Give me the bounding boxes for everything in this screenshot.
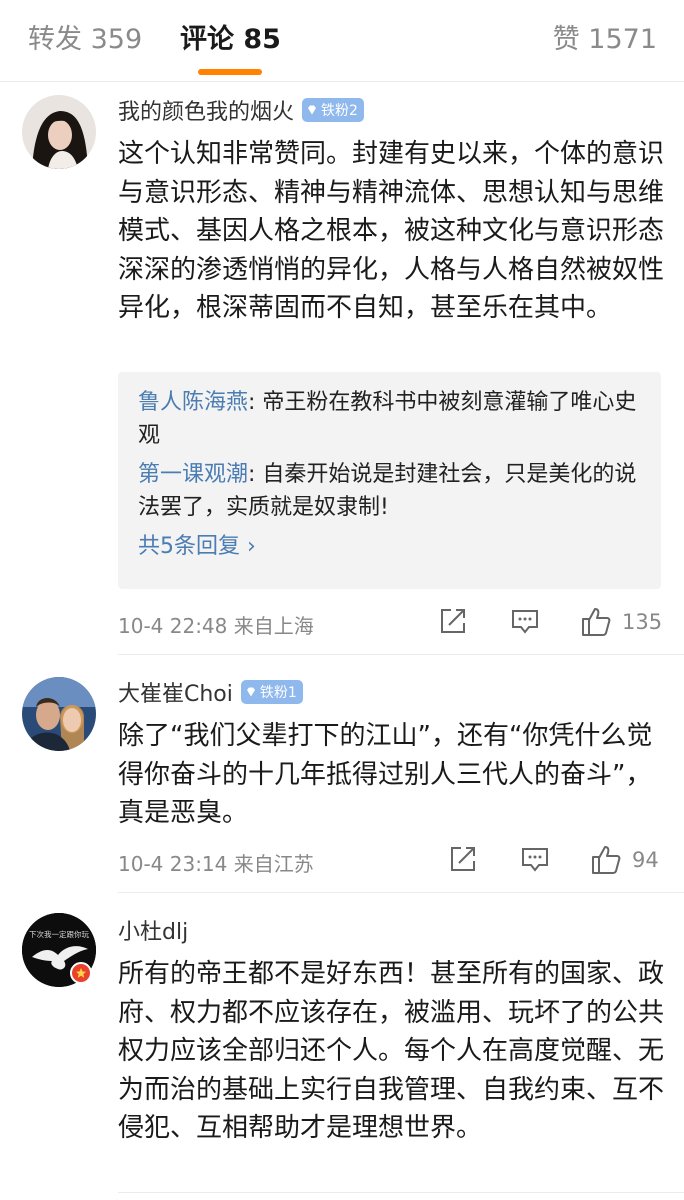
comment-divider — [118, 1192, 684, 1193]
like-button[interactable]: 135 — [580, 606, 662, 638]
reply-author[interactable]: 第一课观潮 — [138, 462, 248, 487]
active-tab-indicator — [198, 69, 262, 75]
like-button[interactable]: 94 — [590, 844, 659, 876]
avatar[interactable] — [22, 95, 96, 169]
comment-icon — [522, 848, 548, 872]
like-count: 135 — [622, 610, 663, 634]
comment-meta: 10-4 22:48 来自上海 — [118, 614, 314, 638]
comment-text: 除了“我们父辈打下的江山”，还有“你凭什么觉得你奋斗的十几年抵得过别人三代人的奋… — [118, 721, 653, 828]
fan-badge: 铁粉1 — [240, 680, 303, 704]
avatar[interactable] — [22, 677, 96, 751]
tab-repost[interactable]: 转发 359 — [28, 22, 142, 58]
username[interactable]: 我的颜色我的烟火 — [118, 94, 294, 126]
repost-icon — [441, 609, 465, 633]
like-icon — [582, 608, 611, 636]
comment-footer: 10-4 22:48 来自上海 135 — [118, 604, 666, 640]
username-row: 小杜dlj — [118, 914, 188, 946]
comment-divider — [118, 892, 684, 893]
username-row: 我的颜色我的烟火 铁粉2 — [118, 94, 364, 126]
repost-button[interactable] — [438, 606, 468, 636]
reply-item: 第一课观潮: 自秦开始说是封建社会，只是美化的说法罢了，实质就是奴隶制! — [138, 458, 641, 524]
view-all-replies-link[interactable]: 共5条回复 › — [138, 530, 641, 563]
username[interactable]: 大崔崔Choi — [118, 676, 233, 708]
fan-badge-label: 铁粉1 — [259, 685, 297, 701]
comment-text: 这个认知非常赞同。封建有史以来，个体的意识与意识形态、精神与精神流体、思想认知与… — [118, 139, 665, 323]
repost-button[interactable] — [448, 844, 478, 874]
username[interactable]: 小杜dlj — [118, 914, 188, 946]
comment-icon — [512, 610, 538, 634]
comment-divider — [118, 654, 684, 655]
comment-text: 所有的帝王都不是好东西！甚至所有的国家、政府、权力都不应该存在，被滥用、玩坏了的… — [118, 959, 665, 1143]
diamond-icon — [308, 105, 317, 115]
like-count: 94 — [632, 848, 659, 872]
avatar-caption: 下次我一定跟你玩 — [29, 929, 89, 939]
comment-tabs: 转发 359 评论 85 赞 1571 — [0, 0, 684, 82]
like-icon — [592, 846, 621, 874]
comment-footer: 10-4 23:14 来自江苏 94 — [118, 842, 666, 878]
diamond-icon — [246, 687, 255, 697]
reply-button[interactable] — [510, 606, 540, 636]
reply-item: 鲁人陈海燕: 帝王粉在教科书中被刻意灌输了唯心史观 — [138, 386, 641, 452]
fan-badge-label: 铁粉2 — [321, 103, 358, 119]
fan-badge: 铁粉2 — [302, 98, 364, 122]
username-row: 大崔崔Choi 铁粉1 — [118, 676, 303, 708]
comment-meta: 10-4 23:14 来自江苏 — [118, 852, 314, 876]
tab-likes[interactable]: 赞 1571 — [553, 22, 657, 58]
repost-icon — [451, 847, 475, 871]
reply-author[interactable]: 鲁人陈海燕 — [138, 390, 248, 415]
tab-comments[interactable]: 评论 85 — [180, 22, 281, 58]
reply-button[interactable] — [520, 844, 550, 874]
reply-preview-box[interactable]: 鲁人陈海燕: 帝王粉在教科书中被刻意灌输了唯心史观 第一课观潮: 自秦开始说是封… — [118, 372, 661, 589]
verified-badge — [70, 962, 92, 984]
